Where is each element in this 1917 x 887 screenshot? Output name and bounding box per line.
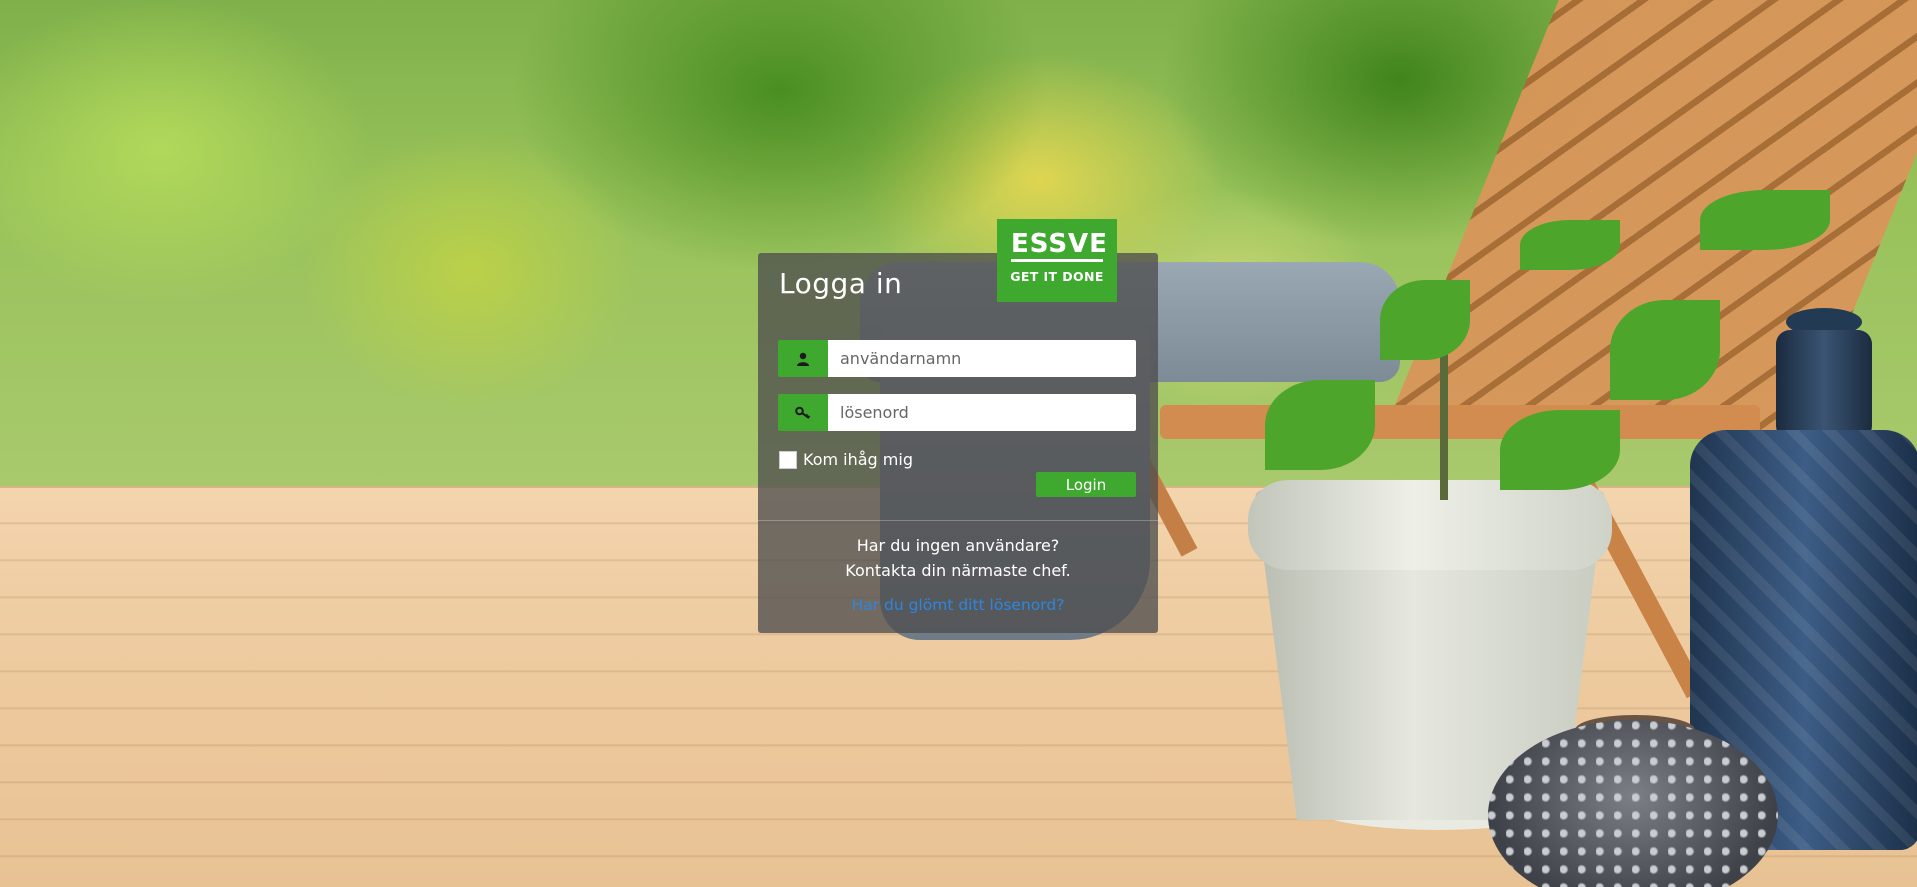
plant-leaf <box>1500 410 1620 490</box>
password-input[interactable] <box>828 394 1136 431</box>
plant-leaf <box>1700 190 1830 250</box>
deck-chair-seat <box>1160 405 1760 439</box>
plant-leaf <box>1520 220 1620 270</box>
essve-logo: ESSVE GET IT DONE <box>997 219 1117 302</box>
remember-me-checkbox[interactable] <box>779 450 797 469</box>
user-icon <box>778 340 828 377</box>
no-account-info: Har du ingen användare? Kontakta din när… <box>758 533 1158 583</box>
divider <box>758 520 1158 521</box>
login-title: Logga in <box>779 267 903 300</box>
login-button[interactable]: Login <box>1036 472 1136 497</box>
plant-leaf <box>1610 300 1720 400</box>
plant-pot-rim <box>1248 480 1612 570</box>
plant-leaf <box>1265 380 1375 470</box>
lantern-neck <box>1776 330 1872 440</box>
no-account-line-1: Har du ingen användare? <box>856 536 1060 555</box>
plant-leaf <box>1380 280 1470 360</box>
username-field-group <box>778 340 1136 377</box>
remember-me-label: Kom ihåg mig <box>803 450 913 469</box>
logo-tagline: GET IT DONE <box>1010 269 1104 284</box>
forgot-password-link[interactable]: Har du glömt ditt lösenord? <box>758 596 1158 614</box>
no-account-line-2: Kontakta din närmaste chef. <box>845 561 1071 580</box>
key-icon <box>778 394 828 431</box>
password-field-group <box>778 394 1136 431</box>
remember-me[interactable]: Kom ihåg mig <box>779 450 913 469</box>
logo-wordmark: ESSVE <box>1011 229 1107 262</box>
username-input[interactable] <box>828 340 1136 377</box>
login-panel: Logga in Kom ihåg mig Login Har du ingen… <box>758 253 1158 633</box>
